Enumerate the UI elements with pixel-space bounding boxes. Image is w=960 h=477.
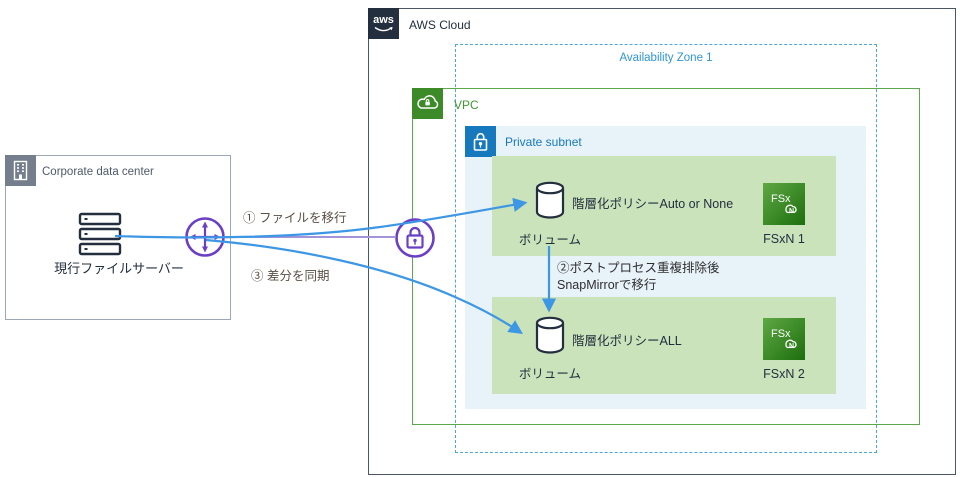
fsxn1-name: FSxN 1 (763, 232, 805, 246)
svg-text:FSx: FSx (771, 328, 791, 340)
fsxn2-box: 階層化ポリシーALL ボリューム FSx N FSxN 2 (492, 297, 836, 394)
volume-cylinder-icon (535, 316, 565, 354)
fsxn1-icon: FSx N (763, 183, 805, 225)
aws-logo-icon: aws (367, 7, 399, 39)
private-subnet-lock-icon (465, 126, 496, 157)
fsxn1-box: 階層化ポリシーAuto or None ボリューム FSx N FSxN 1 (492, 156, 836, 256)
volume-cylinder-icon (535, 181, 565, 219)
vpc-cloud-icon (411, 87, 443, 119)
fsxn2-volume-label: ボリューム (518, 367, 582, 381)
gateway-arrows-icon (185, 217, 225, 257)
annotation-step2-line2: SnapMirrorで移行 (557, 277, 657, 292)
availability-zone-label: Availability Zone 1 (619, 52, 713, 64)
annotation-step2: ②ポストプロセス重複排除後 SnapMirrorで移行 (557, 260, 720, 293)
vpc-label: VPC (454, 98, 479, 112)
fsxn2-policy-label: 階層化ポリシーALL (572, 334, 682, 348)
svg-text:N: N (789, 208, 794, 215)
svg-text:N: N (789, 343, 794, 350)
annotation-step2-line1: ②ポストプロセス重複排除後 (557, 261, 720, 275)
file-server-icon (78, 212, 122, 256)
fsxn2-icon: FSx N (763, 318, 805, 360)
fsxn2-name: FSxN 2 (763, 367, 805, 381)
private-subnet-label: Private subnet (505, 135, 582, 149)
file-server-label: 現行ファイルサーバー (54, 261, 184, 276)
fsxn1-volume-label: ボリューム (518, 233, 582, 247)
vpn-lock-icon (395, 218, 435, 258)
corporate-data-center-label: Corporate data center (42, 166, 154, 178)
aws-cloud-label: AWS Cloud (409, 18, 471, 32)
building-icon (4, 154, 36, 186)
annotation-step1: ① ファイルを移行 (243, 211, 347, 225)
fsxn1-policy-label: 階層化ポリシーAuto or None (572, 197, 734, 211)
architecture-diagram: aws AWS Cloud Availability Zone 1 VPC Pr… (0, 0, 960, 477)
svg-text:aws: aws (373, 14, 394, 26)
svg-text:FSx: FSx (771, 193, 791, 205)
annotation-step3: ③ 差分を同期 (251, 269, 330, 283)
